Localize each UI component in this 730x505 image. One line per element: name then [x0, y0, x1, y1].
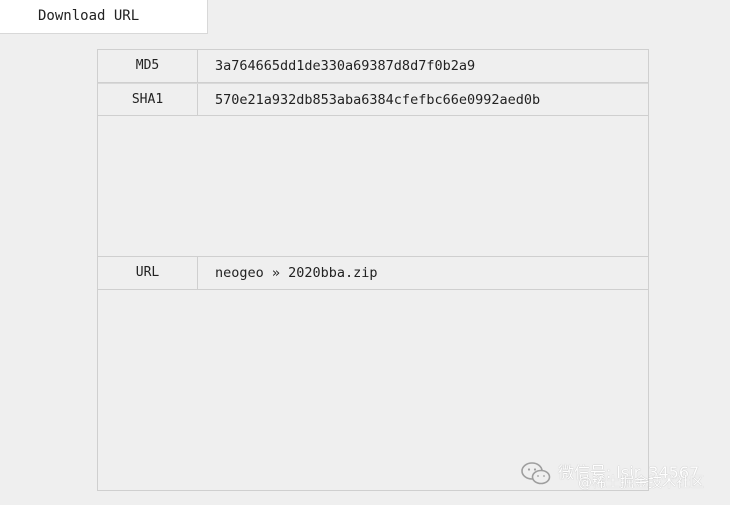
download-url-tab[interactable]: Download URL [0, 0, 208, 34]
url-label: URL [98, 257, 198, 289]
md5-row: MD5 3a764665dd1de330a69387d8d7f0b2a9 [98, 50, 648, 83]
url-value[interactable]: neogeo » 2020bba.zip [215, 257, 378, 289]
md5-label: MD5 [98, 50, 198, 82]
sha1-value: 570e21a932db853aba6384cfefbc66e0992aed0b [215, 92, 541, 108]
sha1-row: SHA1 570e21a932db853aba6384cfefbc66e0992… [98, 83, 648, 116]
download-url-tab-label: Download URL [38, 8, 140, 24]
md5-value: 3a764665dd1de330a69387d8d7f0b2a9 [215, 58, 476, 74]
url-row: URL neogeo » 2020bba.zip [98, 256, 648, 290]
file-info-panel: MD5 3a764665dd1de330a69387d8d7f0b2a9 SHA… [97, 49, 649, 491]
sha1-label: SHA1 [98, 84, 198, 115]
